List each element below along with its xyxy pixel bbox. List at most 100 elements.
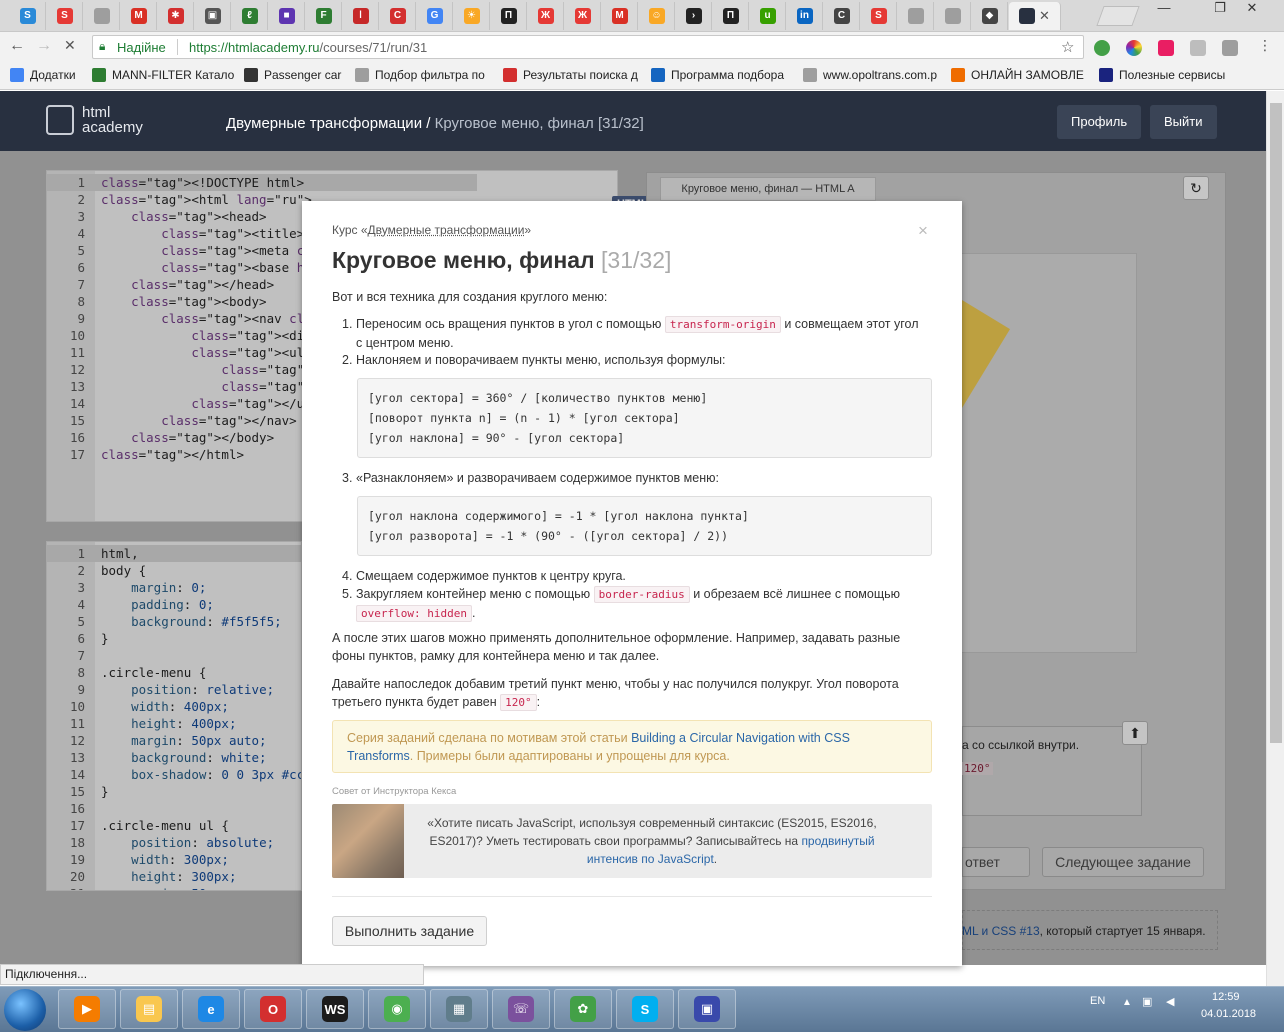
close-tab-icon[interactable]: ✕ bbox=[1039, 8, 1050, 24]
browser-tab[interactable] bbox=[935, 2, 971, 30]
taskbar-button[interactable]: WS bbox=[306, 989, 364, 1029]
taskbar-button[interactable]: ▤ bbox=[120, 989, 178, 1029]
taskbar-button[interactable]: ◉ bbox=[368, 989, 426, 1029]
browser-tab[interactable]: Π bbox=[713, 2, 749, 30]
code-line[interactable]: 21 margin: 50px; bbox=[47, 885, 301, 890]
code-line[interactable]: 7 bbox=[47, 647, 301, 664]
taskbar-button[interactable]: O bbox=[244, 989, 302, 1029]
promo-link[interactable]: ML и CSS #13 bbox=[962, 924, 1040, 938]
taskbar-button[interactable]: ☏ bbox=[492, 989, 550, 1029]
taskbar-button[interactable]: S bbox=[616, 989, 674, 1029]
browser-tab[interactable]: S bbox=[861, 2, 897, 30]
code-line[interactable]: 15} bbox=[47, 783, 301, 800]
course-link[interactable]: Двумерные трансформации bbox=[368, 223, 525, 237]
close-window-icon[interactable]: ✕ bbox=[1238, 0, 1266, 18]
browser-tab[interactable]: ǀ bbox=[343, 2, 379, 30]
browser-tab[interactable]: M bbox=[121, 2, 157, 30]
code-line[interactable]: 13 background: white; bbox=[47, 749, 301, 766]
code-line[interactable]: 16 bbox=[47, 800, 301, 817]
breadcrumb-course[interactable]: Двумерные трансформации bbox=[226, 115, 422, 132]
profile-button[interactable]: Профиль bbox=[1057, 105, 1142, 139]
next-task-button[interactable]: Следующее задание bbox=[1042, 847, 1204, 877]
browser-tab[interactable]: C bbox=[824, 2, 860, 30]
clock-date[interactable]: 04.01.2018 bbox=[1201, 1008, 1256, 1020]
logo-icon[interactable] bbox=[46, 105, 74, 135]
scrollbar-thumb[interactable] bbox=[1270, 103, 1282, 743]
scroll-up-icon[interactable]: ⬆ bbox=[1122, 721, 1148, 745]
url-text[interactable]: https://htmlacademy.ru/courses/71/run/31 bbox=[189, 40, 427, 55]
logo-text[interactable]: html academy bbox=[82, 105, 143, 135]
modal-close-icon[interactable]: × bbox=[918, 221, 928, 241]
code-line[interactable]: 18 position: absolute; bbox=[47, 834, 301, 851]
show-answer-button[interactable]: ответ bbox=[962, 847, 1030, 877]
bookmark-item[interactable]: MANN-FILTER Катало bbox=[92, 68, 234, 82]
active-browser-tab[interactable]: ✕ bbox=[1009, 2, 1061, 30]
browser-tab[interactable] bbox=[84, 2, 120, 30]
bookmark-item[interactable]: www.opoltrans.com.p bbox=[803, 68, 937, 82]
minimize-icon[interactable]: — bbox=[1150, 0, 1178, 18]
browser-tab[interactable]: M bbox=[602, 2, 638, 30]
browser-tab[interactable]: ▣ bbox=[195, 2, 231, 30]
new-tab-button[interactable] bbox=[1096, 6, 1140, 26]
browser-tab[interactable]: ☺ bbox=[639, 2, 675, 30]
browser-tab[interactable] bbox=[898, 2, 934, 30]
extension-pink-icon[interactable] bbox=[1158, 40, 1174, 56]
browser-tab[interactable]: F bbox=[306, 2, 342, 30]
extension-green-icon[interactable] bbox=[1094, 40, 1110, 56]
browser-tab[interactable]: ☀ bbox=[454, 2, 490, 30]
stop-loading-icon[interactable]: ✕ bbox=[64, 37, 76, 54]
browser-tab[interactable]: C bbox=[380, 2, 416, 30]
browser-tab[interactable]: G bbox=[417, 2, 453, 30]
code-line[interactable]: 3 margin: 0; bbox=[47, 579, 301, 596]
browser-tab[interactable]: Ж bbox=[528, 2, 564, 30]
bookmark-item[interactable]: Полезные сервисы bbox=[1099, 68, 1225, 82]
extension-drive-icon[interactable] bbox=[1222, 40, 1238, 56]
extension-pdf-icon[interactable] bbox=[1190, 40, 1206, 56]
code-line[interactable]: 11 height: 400px; bbox=[47, 715, 301, 732]
taskbar-button[interactable]: e bbox=[182, 989, 240, 1029]
bookmark-item[interactable]: Результаты поиска д bbox=[503, 68, 638, 82]
browser-tab[interactable]: ✱ bbox=[158, 2, 194, 30]
language-indicator[interactable]: EN bbox=[1090, 995, 1105, 1007]
extension-color-icon[interactable] bbox=[1126, 40, 1142, 56]
logout-button[interactable]: Выйти bbox=[1150, 105, 1217, 139]
code-line[interactable]: 14 box-shadow: 0 0 3px #cc bbox=[47, 766, 301, 783]
code-line[interactable]: 1 html, bbox=[47, 545, 301, 562]
code-line[interactable]: 17 .circle-menu ul { bbox=[47, 817, 301, 834]
taskbar-button[interactable]: ▣ bbox=[678, 989, 736, 1029]
code-line[interactable]: 1 class="tag"><!DOCTYPE html> bbox=[47, 174, 478, 191]
code-line[interactable]: 6} bbox=[47, 630, 301, 647]
refresh-icon[interactable]: ↻ bbox=[1183, 176, 1209, 200]
browser-tab[interactable]: ◆ bbox=[972, 2, 1008, 30]
browser-tab[interactable]: Ж bbox=[565, 2, 601, 30]
code-line[interactable]: 4 padding: 0; bbox=[47, 596, 301, 613]
code-line[interactable]: 20 height: 300px; bbox=[47, 868, 301, 885]
preview-tab[interactable]: Круговое меню, финал — HTML A bbox=[660, 177, 876, 201]
address-bar[interactable]: 🔒︎ Надійне https://htmlacademy.ru/course… bbox=[92, 35, 1084, 59]
code-line[interactable]: 19 width: 300px; bbox=[47, 851, 301, 868]
forward-icon[interactable]: → bbox=[36, 37, 52, 55]
browser-tab[interactable]: › bbox=[676, 2, 712, 30]
page-scrollbar[interactable] bbox=[1266, 91, 1284, 987]
code-line[interactable]: 9 position: relative; bbox=[47, 681, 301, 698]
run-task-button[interactable]: Выполнить задание bbox=[332, 916, 487, 946]
clock-time[interactable]: 12:59 bbox=[1212, 991, 1240, 1003]
bookmark-star-icon[interactable]: ☆ bbox=[1061, 38, 1074, 56]
browser-tab[interactable]: Π bbox=[491, 2, 527, 30]
start-button[interactable] bbox=[4, 989, 46, 1031]
bookmark-item[interactable]: ОНЛАЙН ЗАМОВЛЕ bbox=[951, 68, 1084, 82]
code-line[interactable]: 10 width: 400px; bbox=[47, 698, 301, 715]
bookmark-item[interactable]: Подбор фильтра по bbox=[355, 68, 485, 82]
taskbar-button[interactable]: ▦ bbox=[430, 989, 488, 1029]
bookmark-item[interactable]: Программа подбора bbox=[651, 68, 784, 82]
css-editor[interactable]: 1 html, 2 body {3 margin: 0; 4 padding: 0; 5 … bbox=[46, 541, 302, 891]
browser-tab[interactable]: S bbox=[47, 2, 83, 30]
network-tray-icon[interactable]: ▣ bbox=[1142, 995, 1152, 1008]
code-line[interactable]: 2 body { bbox=[47, 562, 301, 579]
code-line[interactable]: 12 margin: 50px auto; bbox=[47, 732, 301, 749]
code-line[interactable]: 5 background: #f5f5f5; bbox=[47, 613, 301, 630]
back-icon[interactable]: ← bbox=[9, 37, 25, 55]
code-line[interactable]: 8 .circle-menu { bbox=[47, 664, 301, 681]
browser-tab[interactable]: in bbox=[787, 2, 823, 30]
browser-tab[interactable]: S bbox=[10, 2, 46, 30]
